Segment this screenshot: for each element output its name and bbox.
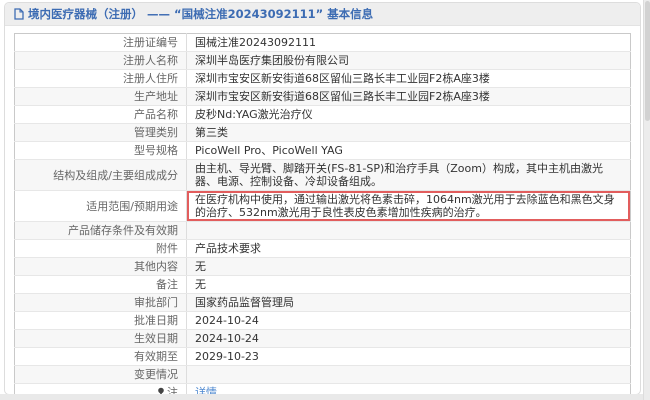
row-label: 审批部门 bbox=[14, 293, 187, 312]
panel-header: 境内医疗器械（注册） —— “国械注准20243092111” 基本信息 bbox=[5, 3, 640, 26]
row-label: 生产地址 bbox=[14, 87, 187, 106]
table-row: 产品名称 皮秒Nd:YAG激光治疗仪 bbox=[14, 105, 631, 124]
row-label: 备注 bbox=[14, 275, 187, 294]
table-row: 批准日期 2024-10-24 bbox=[14, 311, 631, 330]
page-title: 境内医疗器械（注册） —— “国械注准20243092111” 基本信息 bbox=[14, 6, 373, 22]
document-icon bbox=[14, 8, 24, 20]
row-label: 结构及组成/主要组成成分 bbox=[14, 159, 187, 191]
scrollbar-thumb[interactable] bbox=[645, 1, 650, 121]
table-row: 变更情况 bbox=[14, 365, 631, 384]
row-value: 无 bbox=[186, 275, 631, 294]
row-value: 无 bbox=[186, 257, 631, 276]
row-label: 型号规格 bbox=[14, 141, 187, 160]
row-value: PicoWell Pro、PicoWell YAG bbox=[186, 141, 631, 160]
table-row: 管理类别 第三类 bbox=[14, 123, 631, 142]
row-value: 深圳半岛医疗集团股份有限公司 bbox=[186, 51, 631, 70]
table-row: 审批部门 国家药品监督管理局 bbox=[14, 293, 631, 312]
row-value bbox=[186, 365, 631, 384]
row-value: 2024-10-24 bbox=[186, 329, 631, 348]
table-row: 注册证编号 国械注准20243092111 bbox=[14, 33, 631, 52]
row-label: 产品储存条件及有效期 bbox=[14, 221, 187, 240]
row-label: 变更情况 bbox=[14, 365, 187, 384]
page-footer-strip bbox=[0, 394, 643, 400]
row-label: 批准日期 bbox=[14, 311, 187, 330]
table-row: 型号规格 PicoWell Pro、PicoWell YAG bbox=[14, 141, 631, 160]
vertical-scrollbar[interactable] bbox=[643, 0, 650, 400]
row-value bbox=[186, 221, 631, 240]
table-row: 生产地址 深圳市宝安区新安街道68区留仙三路长丰工业园F2栋A座3楼 bbox=[14, 87, 631, 106]
page-title-text: 境内医疗器械（注册） —— “国械注准20243092111” 基本信息 bbox=[28, 7, 374, 21]
table-row: 附件 产品技术要求 bbox=[14, 239, 631, 258]
row-value: 产品技术要求 bbox=[186, 239, 631, 258]
table-row: 适用范围/预期用途 在医疗机构中使用，通过输出激光将色素击碎，1064nm激光用… bbox=[14, 190, 631, 222]
row-value: 2024-10-24 bbox=[186, 311, 631, 330]
row-value: 2029-10-23 bbox=[186, 347, 631, 366]
row-label: 注册人住所 bbox=[14, 69, 187, 88]
table-row: 备注 无 bbox=[14, 275, 631, 294]
info-table-wrap: 注册证编号 国械注准20243092111 注册人名称 深圳半岛医疗集团股份有限… bbox=[14, 33, 631, 394]
row-label: 生效日期 bbox=[14, 329, 187, 348]
row-value: 深圳市宝安区新安街道68区留仙三路长丰工业园F2栋A座3楼 bbox=[186, 69, 631, 88]
row-label: 产品名称 bbox=[14, 105, 187, 124]
table-row: 有效期至 2029-10-23 bbox=[14, 347, 631, 366]
row-value: 在医疗机构中使用，通过输出激光将色素击碎，1064nm激光用于去除蓝色和黑色文身… bbox=[186, 190, 631, 222]
table-row: 注册人名称 深圳半岛医疗集团股份有限公司 bbox=[14, 51, 631, 70]
row-label: 管理类别 bbox=[14, 123, 187, 142]
table-row: 产品储存条件及有效期 bbox=[14, 221, 631, 240]
table-row: 结构及组成/主要组成成分 由主机、导光臂、脚踏开关(FS-81-SP)和治疗手具… bbox=[14, 159, 631, 191]
row-value: 皮秒Nd:YAG激光治疗仪 bbox=[186, 105, 631, 124]
row-label: 注册证编号 bbox=[14, 33, 187, 52]
row-label: 附件 bbox=[14, 239, 187, 258]
row-value: 国家药品监督管理局 bbox=[186, 293, 631, 312]
row-value: 第三类 bbox=[186, 123, 631, 142]
row-label: 其他内容 bbox=[14, 257, 187, 276]
table-row: 其他内容 无 bbox=[14, 257, 631, 276]
record-panel: 境内医疗器械（注册） —— “国械注准20243092111” 基本信息 注册证… bbox=[4, 2, 641, 395]
table-row: 注册人住所 深圳市宝安区新安街道68区留仙三路长丰工业园F2栋A座3楼 bbox=[14, 69, 631, 88]
row-label: 适用范围/预期用途 bbox=[14, 190, 187, 222]
row-value: 深圳市宝安区新安街道68区留仙三路长丰工业园F2栋A座3楼 bbox=[186, 87, 631, 106]
row-label: 有效期至 bbox=[14, 347, 187, 366]
row-value: 国械注准20243092111 bbox=[186, 33, 631, 52]
table-row: 生效日期 2024-10-24 bbox=[14, 329, 631, 348]
row-value: 由主机、导光臂、脚踏开关(FS-81-SP)和治疗手具（Zoom）构成，其中主机… bbox=[186, 159, 631, 191]
info-table: 注册证编号 国械注准20243092111 注册人名称 深圳半岛医疗集团股份有限… bbox=[14, 33, 631, 394]
row-label: 注册人名称 bbox=[14, 51, 187, 70]
